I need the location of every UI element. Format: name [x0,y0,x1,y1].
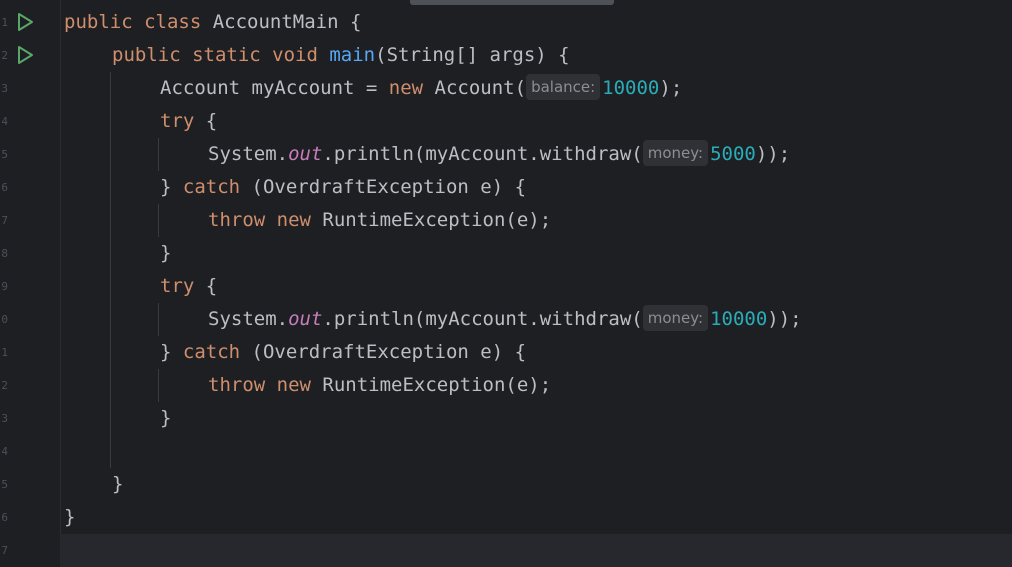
code-text: } [160,341,183,363]
code-text: } [160,242,172,264]
parameter-hint: money: [642,140,709,166]
code-text: (String[] args) { [375,44,570,66]
code-text: (OverdraftException e) { [240,176,527,198]
run-class-icon[interactable] [15,12,35,32]
code-text: { [194,275,218,297]
keyword: catch [182,341,241,363]
parameter-hint: balance: [526,74,601,100]
code-line: System.out.println(myAccount.withdraw(mo… [62,138,1012,171]
line-number: 9 [1,280,8,293]
static-field: out [288,308,323,330]
line-number: 7 [1,544,8,557]
code-line: throw new RuntimeException(e); [62,369,1012,402]
line-number: 2 [1,379,8,392]
line-number: 2 [1,49,8,62]
code-text: System. [208,308,289,330]
keyword: throw new [208,374,311,396]
number-literal: 10000 [602,77,660,99]
line-number: 6 [1,511,8,524]
code-text: Account( [423,77,527,99]
keyword: new [388,77,424,99]
line-number: 0 [1,313,8,326]
keyword: catch [182,176,241,198]
code-text: RuntimeException(e); [310,209,552,231]
code-text: System. [208,143,289,165]
code-line: Account myAccount = new Account(balance:… [62,72,1012,105]
method-name: main [329,44,376,66]
current-line-highlight [60,534,1012,567]
code-text: } [160,407,172,429]
number-literal: 5000 [710,143,756,165]
line-number: 5 [1,478,8,491]
line-number: 3 [1,412,8,425]
keyword: throw new [208,209,311,231]
line-number: 1 [1,346,8,359]
line-number: 1 [1,16,8,29]
static-field: out [288,143,323,165]
code-text: { [194,110,218,132]
line-number: 4 [1,445,8,458]
code-text: Account myAccount = [160,77,389,99]
code-line: } [62,237,1012,270]
line-number: 3 [1,82,8,95]
code-line: throw new RuntimeException(e); [62,204,1012,237]
line-number: 4 [1,115,8,128]
code-text: } [64,506,76,528]
code-text: )); [755,143,791,165]
code-text: } [112,473,124,495]
code-line: } [62,501,1012,534]
code-text: .println(myAccount.withdraw( [322,308,643,330]
parameter-hint: money: [642,305,709,331]
line-number: 7 [1,214,8,227]
code-text: } [160,176,183,198]
code-line: } [62,402,1012,435]
code-text: )); [767,308,802,330]
run-main-icon[interactable] [15,45,35,65]
keyword: try [160,110,195,132]
code-text: ); [659,77,683,99]
gutter-separator [60,0,61,555]
code-line: System.out.println(myAccount.withdraw(mo… [62,303,1012,336]
code-line: public class AccountMain { [62,6,1012,39]
code-line: try { [62,105,1012,138]
keyword: try [160,275,195,297]
code-line: } catch (OverdraftException e) { [62,171,1012,204]
code-line: } [62,468,1012,501]
line-number: 5 [1,148,8,161]
line-number: 6 [1,181,8,194]
code-text: RuntimeException(e); [310,374,552,396]
code-line: public static void main(String[] args) { [62,39,1012,72]
code-line: } catch (OverdraftException e) { [62,336,1012,369]
number-literal: 10000 [710,308,768,330]
keyword: public static void [112,44,318,66]
code-text: .println(myAccount.withdraw( [322,143,643,165]
line-number: 8 [1,247,8,260]
code-text: AccountMain { [201,11,362,33]
keyword: public class [64,11,202,33]
editor-gutter: 1 2 3 4 5 6 7 8 9 0 1 2 3 4 5 6 7 [0,0,60,557]
code-editor[interactable]: public class AccountMain { public static… [60,0,1012,567]
code-line: try { [62,270,1012,303]
code-text: (OverdraftException e) { [240,341,527,363]
